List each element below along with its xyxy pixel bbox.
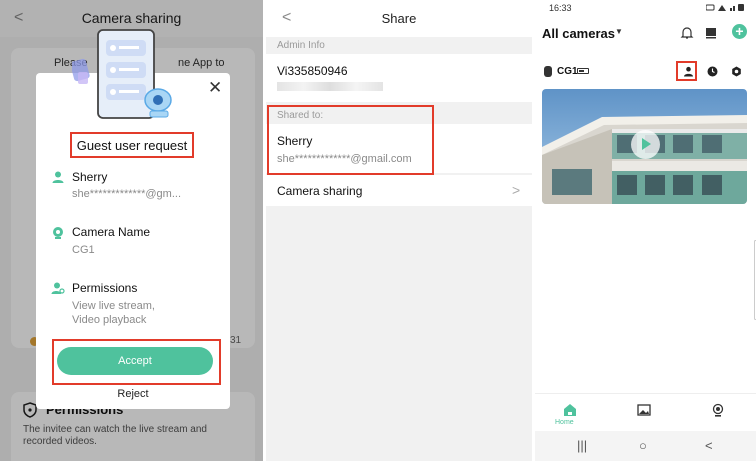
home-icon[interactable]	[563, 403, 577, 417]
phone-camera-illustration	[72, 29, 172, 119]
all-cameras-title[interactable]: All cameras	[542, 26, 615, 41]
home-tab-label[interactable]: Home	[555, 419, 574, 426]
share-screen: < Share Admin Info Vi335850946 Shared to…	[266, 0, 532, 461]
accept-button[interactable]: Accept	[57, 347, 213, 375]
permissions-label: Permissions	[72, 281, 138, 295]
play-button[interactable]	[631, 130, 660, 159]
status-time: 16:33	[549, 3, 572, 13]
status-icons	[706, 4, 744, 11]
permissions-line-1: View live stream,	[72, 300, 155, 312]
back-nav-button[interactable]: <	[705, 438, 713, 453]
all-cameras-screen: 16:33 All cameras ▼ + CG1 Home ||| ○ <	[535, 0, 756, 461]
close-icon[interactable]: ✕	[208, 79, 222, 96]
camera-name: CG1	[557, 66, 578, 77]
camera-name-value: CG1	[72, 244, 95, 256]
header-bar: < Share	[266, 0, 532, 37]
battery-icon	[577, 68, 589, 74]
title-highlight: Guest user request	[70, 132, 194, 158]
camera-icon	[53, 227, 63, 239]
user-icon	[52, 171, 64, 183]
camera-preview[interactable]	[542, 89, 747, 204]
dropdown-icon[interactable]: ▼	[615, 27, 623, 36]
admin-info-section-label: Admin Info	[277, 40, 325, 51]
camera-device-icon	[544, 66, 552, 77]
page-title: Share	[381, 11, 417, 26]
bottom-tab-bar: Home	[535, 393, 756, 431]
accept-highlight: Accept	[52, 339, 221, 385]
reject-button[interactable]: Reject	[36, 388, 230, 400]
admin-id: Vi335850946	[277, 64, 348, 78]
profile-icon[interactable]	[711, 403, 725, 417]
gallery-icon[interactable]	[637, 403, 651, 417]
message-icon[interactable]	[704, 26, 718, 40]
chevron-right-icon: >	[512, 182, 521, 198]
admin-info-row	[266, 54, 532, 102]
clock-icon[interactable]	[707, 66, 718, 77]
user-email: she*************@gm...	[72, 188, 182, 200]
screenshot-root: < Camera sharing Please ne App to 31 Per…	[0, 0, 756, 461]
shared-highlight	[267, 105, 434, 175]
settings-icon[interactable]	[731, 66, 742, 77]
system-nav-bar: ||| ○ <	[535, 431, 756, 461]
camera-name-label: Camera Name	[72, 225, 151, 239]
user-name: Sherry	[72, 170, 108, 184]
guest-request-screen: < Camera sharing Please ne App to 31 Per…	[0, 0, 263, 461]
bell-icon[interactable]	[680, 26, 694, 40]
share-user-icon[interactable]	[683, 66, 694, 77]
user-key-icon	[51, 282, 65, 294]
home-nav-button[interactable]: ○	[639, 438, 647, 453]
permissions-line-2: Video playback	[72, 314, 147, 326]
camera-sharing-label[interactable]: Camera sharing	[277, 184, 362, 198]
add-camera-button[interactable]: +	[732, 24, 747, 39]
modal-title: Guest user request	[76, 138, 188, 153]
blurred-text	[277, 82, 383, 91]
recent-apps-button[interactable]: |||	[577, 438, 587, 453]
